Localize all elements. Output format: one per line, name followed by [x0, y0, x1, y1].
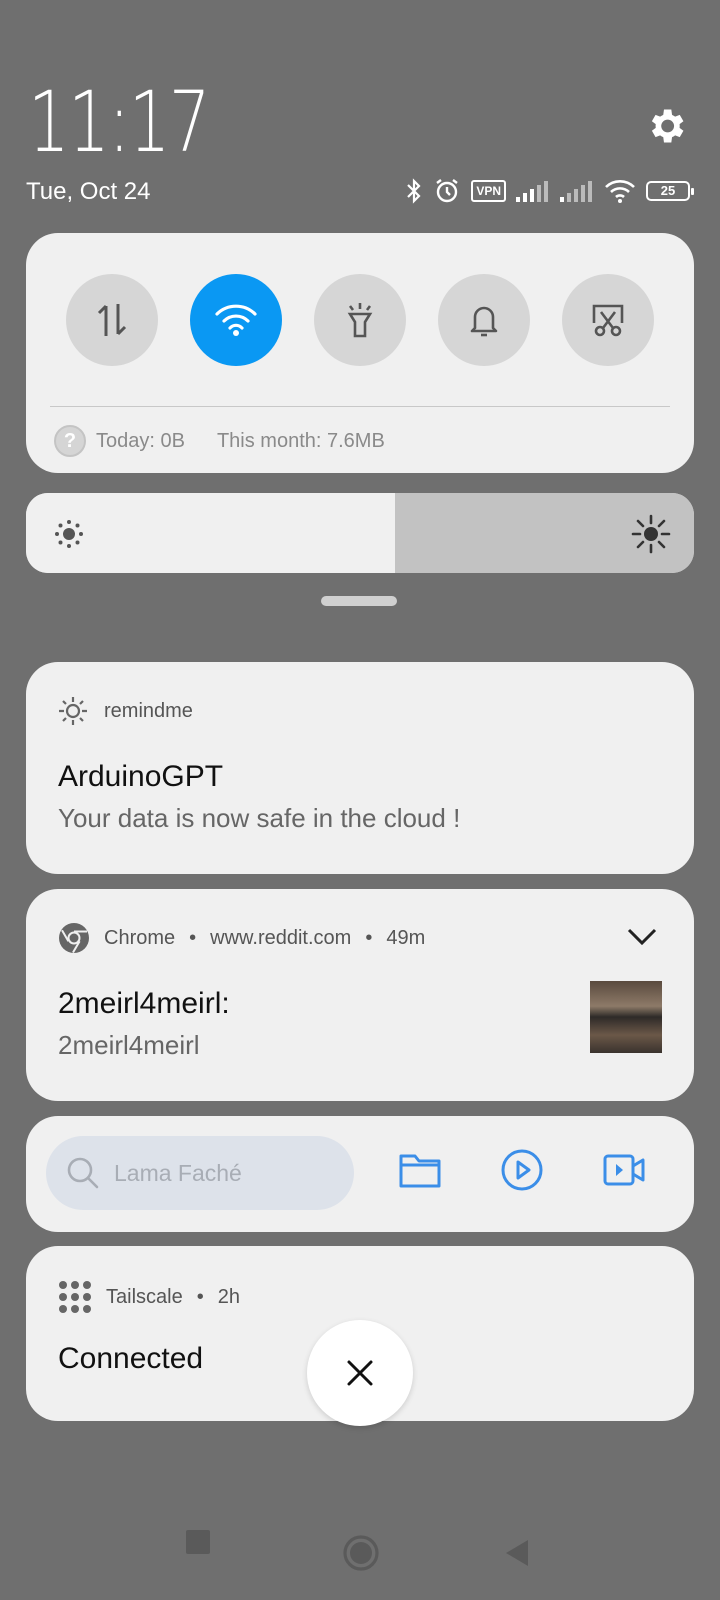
media-widget: Lama Faché — [26, 1116, 694, 1232]
month-usage: This month: 7.6MB — [216, 429, 385, 452]
back-button[interactable] — [504, 1538, 530, 1568]
notification-remindme[interactable]: remindme ArduinoGPT Your data is now saf… — [26, 662, 694, 874]
recents-button[interactable] — [184, 1528, 212, 1556]
signal-icon — [516, 181, 548, 202]
quick-settings-panel: ? Today: 0B This month: 7.6MB — [26, 233, 694, 473]
signal-icon — [560, 181, 592, 202]
brightness-slider[interactable] — [26, 493, 694, 573]
notification-app-name: Tailscale — [106, 1285, 183, 1308]
separator: • — [189, 926, 197, 949]
notification-text: Your data is now safe in the cloud ! — [58, 803, 461, 833]
data-transfer-icon — [97, 304, 127, 336]
wifi-toggle[interactable] — [190, 274, 282, 366]
clear-all-button[interactable] — [307, 1320, 413, 1426]
play-icon[interactable] — [500, 1148, 544, 1192]
wifi-status-icon — [605, 180, 635, 203]
home-button[interactable] — [342, 1534, 380, 1572]
drag-handle[interactable] — [321, 596, 397, 606]
chrome-icon — [59, 923, 89, 954]
notification-title: Connected — [58, 1342, 204, 1375]
flashlight-icon — [347, 303, 373, 338]
notification-time: 2h — [217, 1285, 240, 1308]
notification-app-name: Chrome — [104, 926, 176, 949]
separator: • — [196, 1285, 204, 1308]
battery-icon: 25 — [646, 181, 694, 201]
clock[interactable]: 11:17 — [28, 74, 211, 170]
notification-time: 49m — [386, 926, 426, 949]
search-placeholder: Lama Faché — [114, 1159, 242, 1186]
notification-title: 2meirl4meirl: — [58, 987, 230, 1020]
wifi-icon — [215, 304, 257, 336]
status-bar: VPN 25 — [405, 176, 694, 206]
sound-toggle[interactable] — [438, 274, 530, 366]
today-usage: Today: 0B — [96, 429, 185, 452]
bell-icon — [470, 306, 498, 337]
notification-chrome[interactable]: Chrome • www.reddit.com • 49m 2meirl4mei… — [26, 889, 694, 1101]
notification-thumbnail — [590, 981, 662, 1053]
screenshot-toggle[interactable] — [562, 274, 654, 366]
mobile-data-toggle[interactable] — [66, 274, 158, 366]
notification-source: www.reddit.com — [210, 926, 352, 949]
alarm-icon — [436, 179, 459, 203]
chevron-down-icon[interactable] — [626, 927, 658, 947]
help-icon: ? — [54, 425, 86, 457]
vpn-badge: VPN — [471, 180, 506, 202]
video-icon[interactable] — [602, 1150, 646, 1190]
notification-title: ArduinoGPT — [58, 760, 224, 793]
separator: • — [365, 926, 373, 949]
divider — [50, 406, 670, 407]
close-icon — [347, 1360, 373, 1386]
notification-app-name: remindme — [104, 699, 193, 722]
bluetooth-icon — [407, 178, 421, 204]
notification-text: 2meirl4meirl — [58, 1030, 200, 1060]
search-icon — [67, 1157, 99, 1189]
search-input[interactable]: Lama Faché — [46, 1136, 354, 1210]
flashlight-toggle[interactable] — [314, 274, 406, 366]
sun-icon — [59, 697, 87, 725]
brightness-high-icon — [631, 514, 671, 554]
date[interactable]: Tue, Oct 24 — [26, 178, 151, 206]
data-usage[interactable]: ? Today: 0B This month: 7.6MB — [54, 425, 385, 457]
brightness-low-icon — [55, 520, 83, 548]
settings-icon[interactable] — [644, 104, 688, 148]
folder-icon[interactable] — [398, 1150, 442, 1190]
tailscale-icon — [59, 1281, 91, 1313]
scissors-icon — [592, 304, 624, 337]
